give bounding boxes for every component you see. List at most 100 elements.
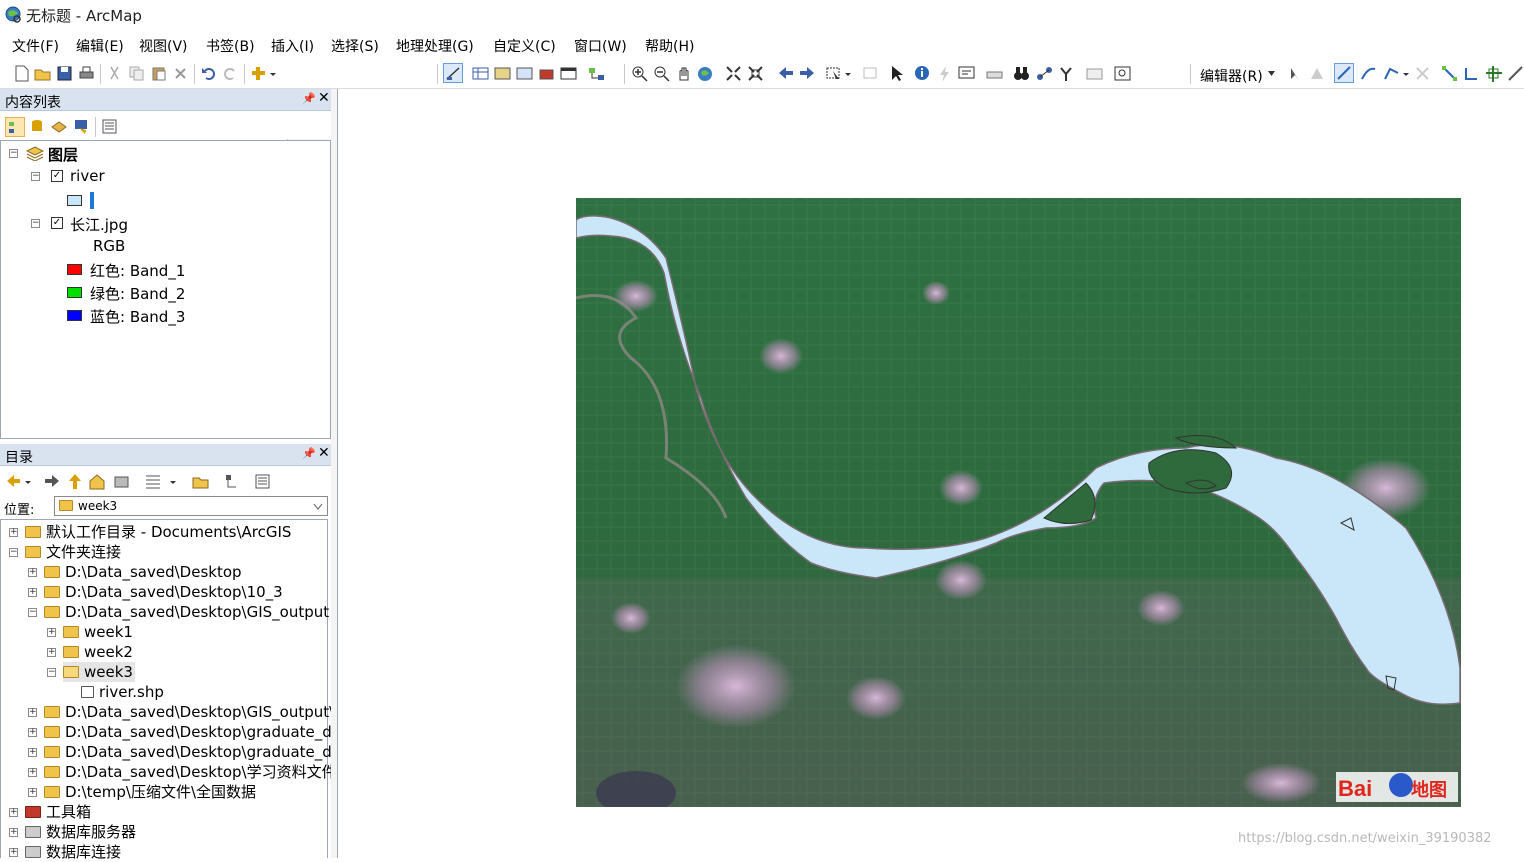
back-arrow-icon[interactable]: [777, 65, 794, 82]
layer-visibility-checkbox[interactable]: ✓: [51, 217, 63, 229]
clear-selection-icon[interactable]: [862, 65, 879, 82]
editor-menu[interactable]: 编辑器(R): [1200, 66, 1263, 86]
catalog-window-icon[interactable]: [494, 65, 511, 82]
list-item[interactable]: D:\temp\压缩文件\全国数据: [44, 782, 256, 802]
list-item[interactable]: D:\Data_saved\Desktop\GIS_output: [44, 602, 329, 622]
expand-toggle[interactable]: +: [28, 788, 37, 797]
location-combo[interactable]: week3: [54, 496, 328, 516]
hyperlink-lightning-icon[interactable]: [936, 65, 953, 82]
menu-help[interactable]: 帮助(H): [645, 36, 694, 56]
menu-insert[interactable]: 插入(I): [271, 36, 314, 56]
trace-icon[interactable]: [1383, 65, 1409, 82]
layer-visibility-checkbox[interactable]: ✓: [51, 170, 63, 182]
select-elements-arrow-icon[interactable]: [888, 65, 905, 82]
catalog-options-icon[interactable]: [254, 473, 271, 490]
list-item[interactable]: D:\Data_saved\Desktop\学习资料文件: [44, 762, 337, 782]
layer-name-image[interactable]: 长江.jpg: [70, 214, 128, 235]
layer-name-river[interactable]: river: [70, 167, 105, 185]
identify-icon[interactable]: [914, 65, 931, 82]
search-window-icon[interactable]: [516, 65, 533, 82]
expand-toggle[interactable]: +: [28, 728, 37, 737]
pan-hand-icon[interactable]: [675, 65, 692, 82]
blue-band-swatch[interactable]: [67, 310, 82, 321]
expand-toggle[interactable]: +: [28, 708, 37, 717]
list-item[interactable]: D:\Data_saved\Desktop\graduate_dc: [44, 742, 340, 762]
menu-customize[interactable]: 自定义(C): [493, 36, 556, 56]
list-item[interactable]: D:\Data_saved\Desktop: [44, 562, 242, 582]
full-extent-globe-icon[interactable]: [697, 65, 714, 82]
up-one-level-icon[interactable]: [67, 473, 84, 490]
list-item[interactable]: 工具箱: [25, 802, 91, 822]
end-point-arc-icon[interactable]: [1360, 65, 1377, 82]
forward-arrow-icon[interactable]: [43, 473, 60, 490]
save-icon[interactable]: [56, 65, 73, 82]
expand-toggle[interactable]: +: [28, 748, 37, 757]
list-item[interactable]: 默认工作目录 - Documents\ArcGIS: [25, 522, 291, 542]
close-icon[interactable]: ✕: [318, 445, 330, 461]
expand-toggle[interactable]: +: [9, 848, 18, 857]
toggle-contents-icon[interactable]: [224, 473, 241, 490]
pin-icon[interactable]: 📌: [302, 447, 316, 460]
connect-folder-icon[interactable]: [113, 473, 130, 490]
expand-toggle[interactable]: +: [28, 568, 37, 577]
map-view[interactable]: Bai 地图 https://blog.csdn.net/weixin_3919…: [337, 89, 1524, 858]
menu-windows[interactable]: 窗口(W): [574, 36, 627, 56]
list-item[interactable]: river.shp: [81, 682, 164, 702]
collapse-toggle[interactable]: −: [47, 668, 56, 677]
find-route-icon[interactable]: [1036, 65, 1053, 82]
menu-file[interactable]: 文件(F): [12, 36, 59, 56]
add-data-icon[interactable]: [250, 65, 276, 82]
arctoolbox-icon[interactable]: [538, 65, 555, 82]
menu-view[interactable]: 视图(V): [139, 36, 188, 56]
go-to-xy-icon[interactable]: [1058, 65, 1075, 82]
edit-tool-arrow-icon[interactable]: [1287, 65, 1304, 82]
select-features-icon[interactable]: [825, 65, 853, 82]
list-by-visibility-icon[interactable]: [51, 118, 68, 135]
print-icon[interactable]: [78, 65, 95, 82]
expand-toggle[interactable]: +: [47, 648, 56, 657]
fixed-zoom-out-icon[interactable]: [747, 65, 764, 82]
pin-icon[interactable]: 📌: [302, 92, 316, 105]
menu-selection[interactable]: 选择(S): [331, 36, 379, 56]
time-slider-icon[interactable]: [1086, 65, 1103, 82]
list-item[interactable]: 文件夹连接: [25, 542, 121, 562]
red-band-swatch[interactable]: [67, 264, 82, 275]
list-by-drawing-order-icon[interactable]: [5, 117, 25, 137]
list-item[interactable]: 数据库连接: [25, 842, 121, 862]
zoom-out-icon[interactable]: [653, 65, 670, 82]
list-item[interactable]: week1: [63, 622, 133, 642]
list-item[interactable]: D:\Data_saved\Desktop\GIS_output\: [44, 702, 334, 722]
straight-segment-icon[interactable]: [1334, 63, 1354, 83]
python-window-icon[interactable]: [560, 65, 577, 82]
list-by-source-icon[interactable]: [29, 118, 46, 135]
menu-geoprocessing[interactable]: 地理处理(G): [396, 36, 474, 56]
list-item[interactable]: D:\Data_saved\Desktop\graduate_dc: [44, 722, 340, 742]
expand-toggle[interactable]: +: [28, 768, 37, 777]
river-symbol-swatch[interactable]: [67, 195, 82, 206]
cut-icon[interactable]: [106, 65, 123, 82]
view-options-icon[interactable]: [144, 473, 180, 490]
cut-polygons-icon[interactable]: [1485, 65, 1502, 82]
expand-toggle[interactable]: +: [9, 828, 18, 837]
split-tool-icon[interactable]: [1507, 65, 1524, 82]
html-popup-icon[interactable]: [958, 65, 975, 82]
close-icon[interactable]: ✕: [318, 90, 330, 106]
undo-icon[interactable]: [200, 65, 217, 82]
find-binoculars-icon[interactable]: [1013, 65, 1030, 82]
forward-arrow-icon[interactable]: [798, 65, 815, 82]
new-folder-icon[interactable]: [192, 473, 209, 490]
expand-toggle[interactable]: +: [28, 588, 37, 597]
sketch-properties-icon[interactable]: [1414, 65, 1431, 82]
list-item[interactable]: D:\Data_saved\Desktop\10_3: [44, 582, 283, 602]
create-viewer-window-icon[interactable]: [1114, 65, 1131, 82]
menu-bookmarks[interactable]: 书签(B): [206, 36, 255, 56]
edit-vertices-icon[interactable]: [1441, 65, 1458, 82]
reshape-feature-icon[interactable]: [1463, 65, 1480, 82]
copy-icon[interactable]: [128, 65, 145, 82]
edit-annotation-icon[interactable]: [1308, 65, 1325, 82]
redo-icon[interactable]: [222, 65, 239, 82]
home-folder-icon[interactable]: [89, 473, 106, 490]
table-window-icon[interactable]: [472, 65, 489, 82]
toc-options-icon[interactable]: [101, 118, 118, 135]
collapse-toggle[interactable]: −: [28, 608, 37, 617]
